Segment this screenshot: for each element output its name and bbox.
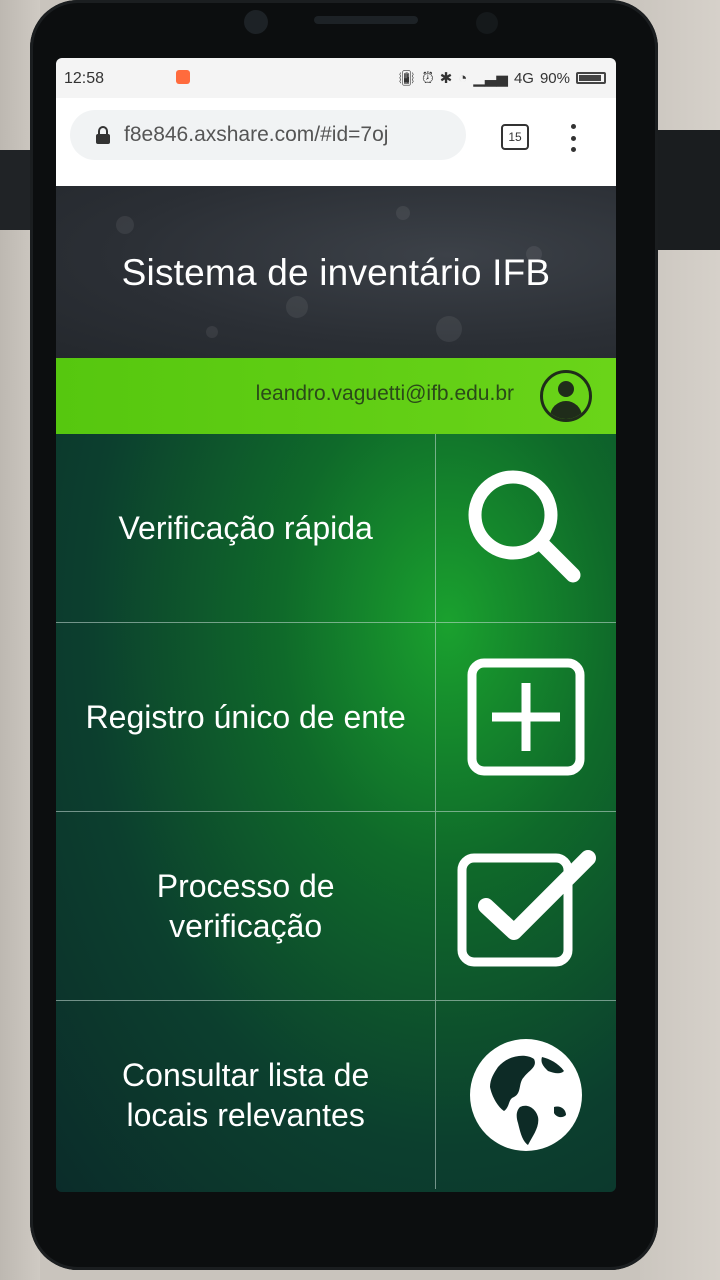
decorative-bubble [116,216,134,234]
tab-switcher-button[interactable]: 15 [501,124,529,150]
lock-icon [96,126,110,144]
menu-item-icon-cell[interactable] [436,812,616,1000]
menu-item-label: Consultar lista de locais relevantes [122,1057,370,1133]
decorative-bubble [286,296,308,318]
menu-item-label: Registro único de ente [85,699,406,735]
menu-item-icon-cell[interactable] [436,434,616,622]
url-text[interactable]: f8e846.axshare.com/#id=7oj [124,123,450,147]
bluetooth-icon: ✱ [439,70,453,87]
menu-item-label-cell[interactable]: Consultar lista de locais relevantes [56,1001,437,1189]
menu-item-label-cell[interactable]: Registro único de ente [56,623,437,811]
notification-app-icon [176,70,190,84]
menu-item-processo-verificacao[interactable]: Processo de verificação [56,812,616,1001]
phone-screen: 12:58 📳︎ ⏰︎ ✱ ◔ ▁▃▅ 4G 90% f8e846.axshar… [56,58,616,1192]
decorative-bubble [436,316,462,342]
decorative-bubble [206,326,218,338]
menu-item-verificacao-rapida[interactable]: Verificação rápida [56,434,616,623]
more-options-icon[interactable] [570,124,576,152]
status-time: 12:58 [64,70,105,87]
earpiece-speaker [314,16,418,24]
user-email: leandro.vaguetti@ifb.edu.br [255,382,514,405]
page-title: Sistema de inventário IFB [121,252,551,293]
avatar-icon[interactable] [540,370,592,422]
proximity-sensor [476,12,498,34]
plus-square-icon [467,658,585,776]
search-icon [468,470,581,583]
battery-icon [576,72,606,84]
status-bar: 12:58 📳︎ ⏰︎ ✱ ◔ ▁▃▅ 4G 90% [56,58,616,98]
decorative-bubble [396,206,410,220]
menu-item-consultar-locais[interactable]: Consultar lista de locais relevantes [56,1001,616,1189]
menu-item-label: Processo de verificação [156,868,335,944]
signal-icon: ▁▃▅ [473,70,508,87]
user-bar: leandro.vaguetti@ifb.edu.br [56,358,616,434]
vibrate-icon: 📳︎ [396,70,416,87]
status-icons: 📳︎ ⏰︎ ✱ ◔ ▁▃▅ 4G 90% [397,69,606,87]
front-camera [244,10,268,34]
browser-toolbar: f8e846.axshare.com/#id=7oj 15 [56,98,616,186]
battery-percent: 90% [539,69,570,87]
menu-item-label-cell[interactable]: Processo de verificação [56,812,437,1000]
menu-item-registro-unico[interactable]: Registro único de ente [56,623,616,812]
alarm-icon: ⏰︎ [422,69,434,87]
menu-item-label-cell[interactable]: Verificação rápida [56,434,437,622]
checkbox-icon [457,850,597,967]
globe-icon [470,1039,583,1151]
app-header: Sistema de inventário IFB [56,186,616,358]
menu-item-icon-cell[interactable] [436,1001,616,1189]
menu-item-icon-cell[interactable] [436,623,616,811]
wifi-icon: ◔ [458,69,468,87]
network-type: 4G [513,69,534,87]
main-menu: Verificação rápida Registro único de ent… [56,434,616,1192]
address-bar[interactable]: f8e846.axshare.com/#id=7oj [70,110,466,160]
menu-item-label: Verificação rápida [118,510,373,546]
